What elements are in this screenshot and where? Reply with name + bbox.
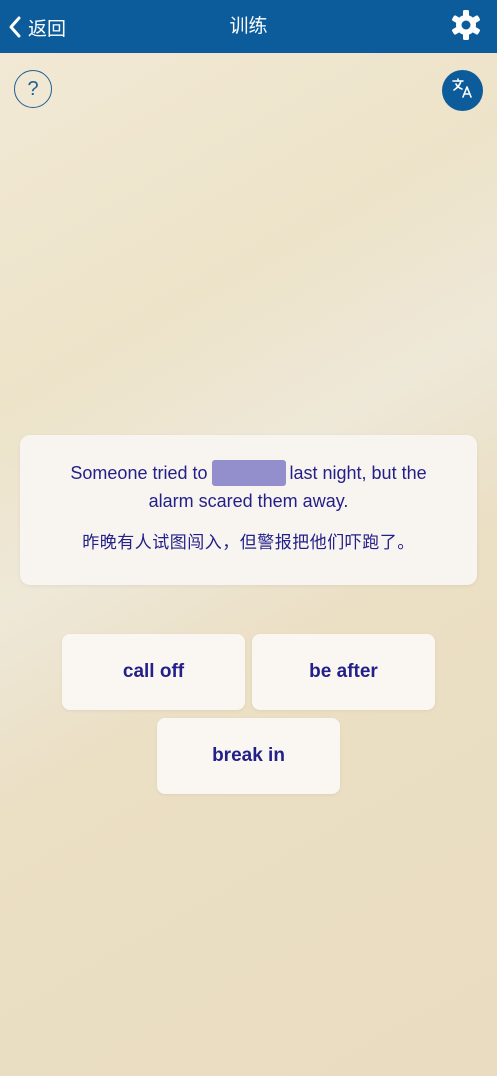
option-break-in[interactable]: break in (157, 718, 340, 794)
sentence-english: Someone tried to last night, but the alar… (46, 459, 451, 515)
gear-icon (450, 9, 482, 46)
option-label: be after (309, 661, 378, 682)
translate-button[interactable] (442, 70, 483, 111)
page-title: 训练 (229, 15, 268, 37)
option-be-after[interactable]: be after (252, 634, 435, 710)
help-label: ? (27, 77, 39, 100)
option-label: call off (122, 661, 185, 682)
answer-blank[interactable] (211, 460, 286, 486)
help-button[interactable]: ? (14, 70, 52, 108)
sentence-card: Someone tried to last night, but the alar… (20, 435, 477, 585)
option-call-off[interactable]: call off (62, 634, 245, 710)
top-bar: 返回 训练 (0, 0, 497, 53)
sentence-before-blank: Someone tried to (70, 463, 208, 483)
translate-icon (451, 76, 475, 105)
settings-button[interactable] (449, 9, 483, 46)
sentence-translation: 昨晚有人试图闯入，但警报把他们吓跑了。 (82, 533, 415, 553)
option-label: break in (212, 745, 285, 766)
